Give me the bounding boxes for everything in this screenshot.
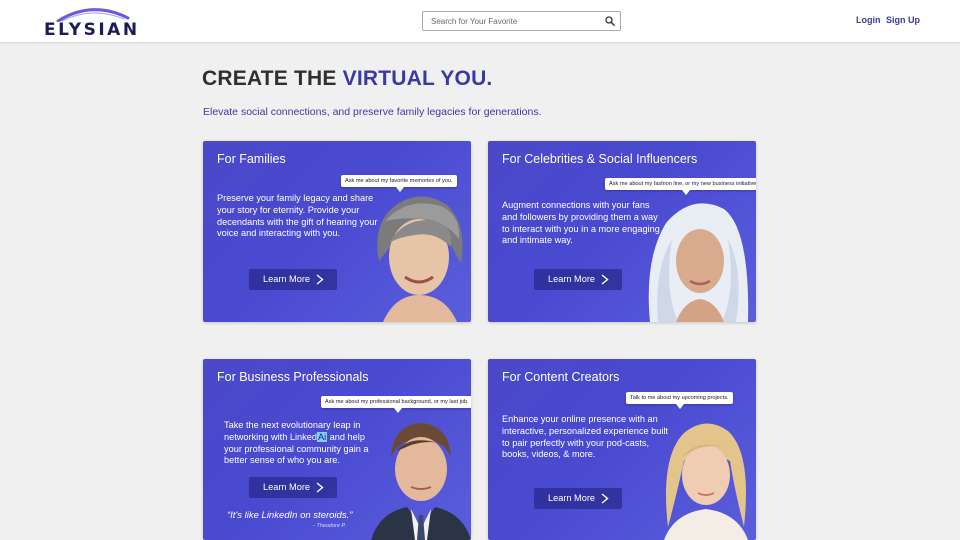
card-title: For Celebrities & Social Influencers <box>502 152 698 166</box>
learn-more-label: Learn More <box>548 493 595 503</box>
learn-more-button[interactable]: Learn More <box>249 269 337 290</box>
chevron-right-icon <box>601 493 609 504</box>
search-input[interactable] <box>423 12 599 30</box>
page-title-accent: VIRTUAL YOU. <box>342 67 493 90</box>
card-description: Augment connections with your fans and f… <box>502 200 660 246</box>
search-box <box>422 11 621 31</box>
businessman-portrait-icon <box>371 423 471 540</box>
learn-more-label: Learn More <box>263 274 310 284</box>
learn-more-label: Learn More <box>548 274 595 284</box>
speech-bubble: Talk to me about my upcoming projects. <box>626 392 733 409</box>
elysian-logo[interactable]: ELYSIAN <box>44 6 140 40</box>
blonde-woman-portrait-icon <box>648 203 749 322</box>
card-title: For Content Creators <box>502 370 620 384</box>
learn-more-label: Learn More <box>263 482 310 492</box>
logo-text: ELYSIAN <box>44 20 140 40</box>
speech-bubble: Ask me about my fashion line, or my new … <box>605 178 756 195</box>
signup-link[interactable]: Sign Up <box>886 15 920 25</box>
chevron-right-icon <box>316 274 324 285</box>
speech-bubble: Ask me about my professional background,… <box>321 396 471 413</box>
learn-more-button[interactable]: Learn More <box>249 477 337 498</box>
testimonial-author: - Theodore P. <box>313 523 346 529</box>
learn-more-button[interactable]: Learn More <box>534 269 622 290</box>
card-description: Enhance your online presence with an int… <box>502 414 668 460</box>
chevron-right-icon <box>601 274 609 285</box>
blonde-creator-portrait-icon <box>664 423 748 540</box>
learn-more-button[interactable]: Learn More <box>534 488 622 509</box>
card-description: Take the next evolutionary leap in netwo… <box>224 420 382 467</box>
testimonial-quote: “It's like LinkedIn on steroids.” <box>227 510 353 521</box>
search-icon[interactable] <box>605 16 615 26</box>
card-title: For Families <box>217 152 286 166</box>
page-title-prefix: CREATE THE <box>202 67 343 90</box>
top-nav-bar: ELYSIAN Login Sign Up <box>0 0 960 43</box>
card-content-creators: For Content Creators Enhance your online… <box>488 359 756 540</box>
login-link[interactable]: Login <box>856 15 881 25</box>
card-business-professionals: For Business Professionals Take the next… <box>203 359 471 540</box>
page-subtitle: Elevate social connections, and preserve… <box>203 106 542 118</box>
page-title: CREATE THE VIRTUAL YOU. <box>202 67 492 91</box>
chevron-right-icon <box>316 482 324 493</box>
card-description: Preserve your family legacy and share yo… <box>217 193 378 239</box>
ai-highlight: Ai <box>316 431 328 442</box>
card-celebrities: For Celebrities & Social Influencers Aug… <box>488 141 756 322</box>
speech-bubble: Ask me about my favorite memories of you… <box>341 175 457 192</box>
card-families: For Families Preserve your family legacy… <box>203 141 471 322</box>
older-woman-portrait-icon <box>377 196 463 322</box>
card-title: For Business Professionals <box>217 370 369 384</box>
